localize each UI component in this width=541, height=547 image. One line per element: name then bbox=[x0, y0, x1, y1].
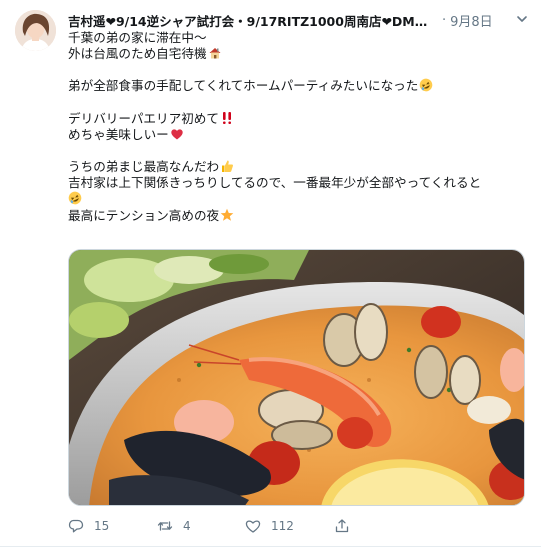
share-icon bbox=[335, 519, 349, 533]
tweet-header: 吉村遥❤9/14逆シャア試打会・9/17RITZ1000周南店❤DMM... ·… bbox=[68, 10, 529, 30]
retweet-count: 4 bbox=[183, 519, 191, 533]
chevron-down-icon[interactable] bbox=[515, 12, 529, 26]
reply-icon bbox=[68, 519, 84, 533]
timestamp[interactable]: 9月8日 bbox=[450, 11, 493, 30]
heart-icon bbox=[245, 520, 261, 533]
tweet-actions: 15 4 112 bbox=[68, 518, 528, 538]
share-button[interactable] bbox=[334, 518, 360, 534]
tweet-photo[interactable] bbox=[68, 249, 525, 506]
double-exclamation-icon bbox=[223, 111, 231, 124]
tweet-line: 最高にテンション高めの夜 bbox=[68, 208, 528, 224]
reply-count: 15 bbox=[94, 519, 110, 533]
rolling-laughing-icon bbox=[68, 192, 82, 205]
tweet-line: めちゃ美味しいー bbox=[68, 127, 528, 143]
separator-dot: · bbox=[442, 12, 447, 28]
tweet-card[interactable]: 吉村遥❤9/14逆シャア試打会・9/17RITZ1000周南店❤DMM... ·… bbox=[0, 0, 541, 547]
tweet-line: うちの弟まじ最高なんだわ bbox=[68, 159, 528, 175]
thumbs-up-icon bbox=[222, 160, 234, 173]
tweet-line: デリバリーパエリア初めて bbox=[68, 111, 528, 127]
rolling-laughing-icon bbox=[420, 79, 433, 92]
author-name[interactable]: 吉村遥❤9/14逆シャア試打会・9/17RITZ1000周南店❤DMM... bbox=[68, 11, 438, 30]
tweet-line bbox=[68, 191, 528, 207]
paella-photo bbox=[69, 250, 524, 505]
avatar[interactable] bbox=[15, 10, 56, 51]
tweet-line: 吉村家は上下関係きっちりしてるので、一番最年少が全部やってくれると bbox=[68, 175, 482, 191]
tweet-line: 弟が全部食事の手配してくれてホームパーティみたいになった bbox=[68, 78, 528, 94]
glowing-star-icon bbox=[220, 208, 234, 221]
tweet-line: 外は台風のため自宅待機 bbox=[68, 46, 528, 62]
like-button[interactable]: 112 bbox=[245, 518, 294, 534]
like-count: 112 bbox=[271, 519, 294, 533]
tweet-text: 千葉の弟の家に滞在中〜 外は台風のため自宅待機 弟が全部食事の手配してくれてホー… bbox=[68, 30, 528, 224]
house-icon bbox=[209, 48, 221, 59]
retweet-button[interactable]: 4 bbox=[157, 518, 191, 534]
reply-button[interactable]: 15 bbox=[68, 518, 109, 534]
red-heart-icon bbox=[171, 129, 183, 140]
tweet-line: 千葉の弟の家に滞在中〜 bbox=[68, 30, 207, 45]
retweet-icon bbox=[157, 521, 173, 531]
